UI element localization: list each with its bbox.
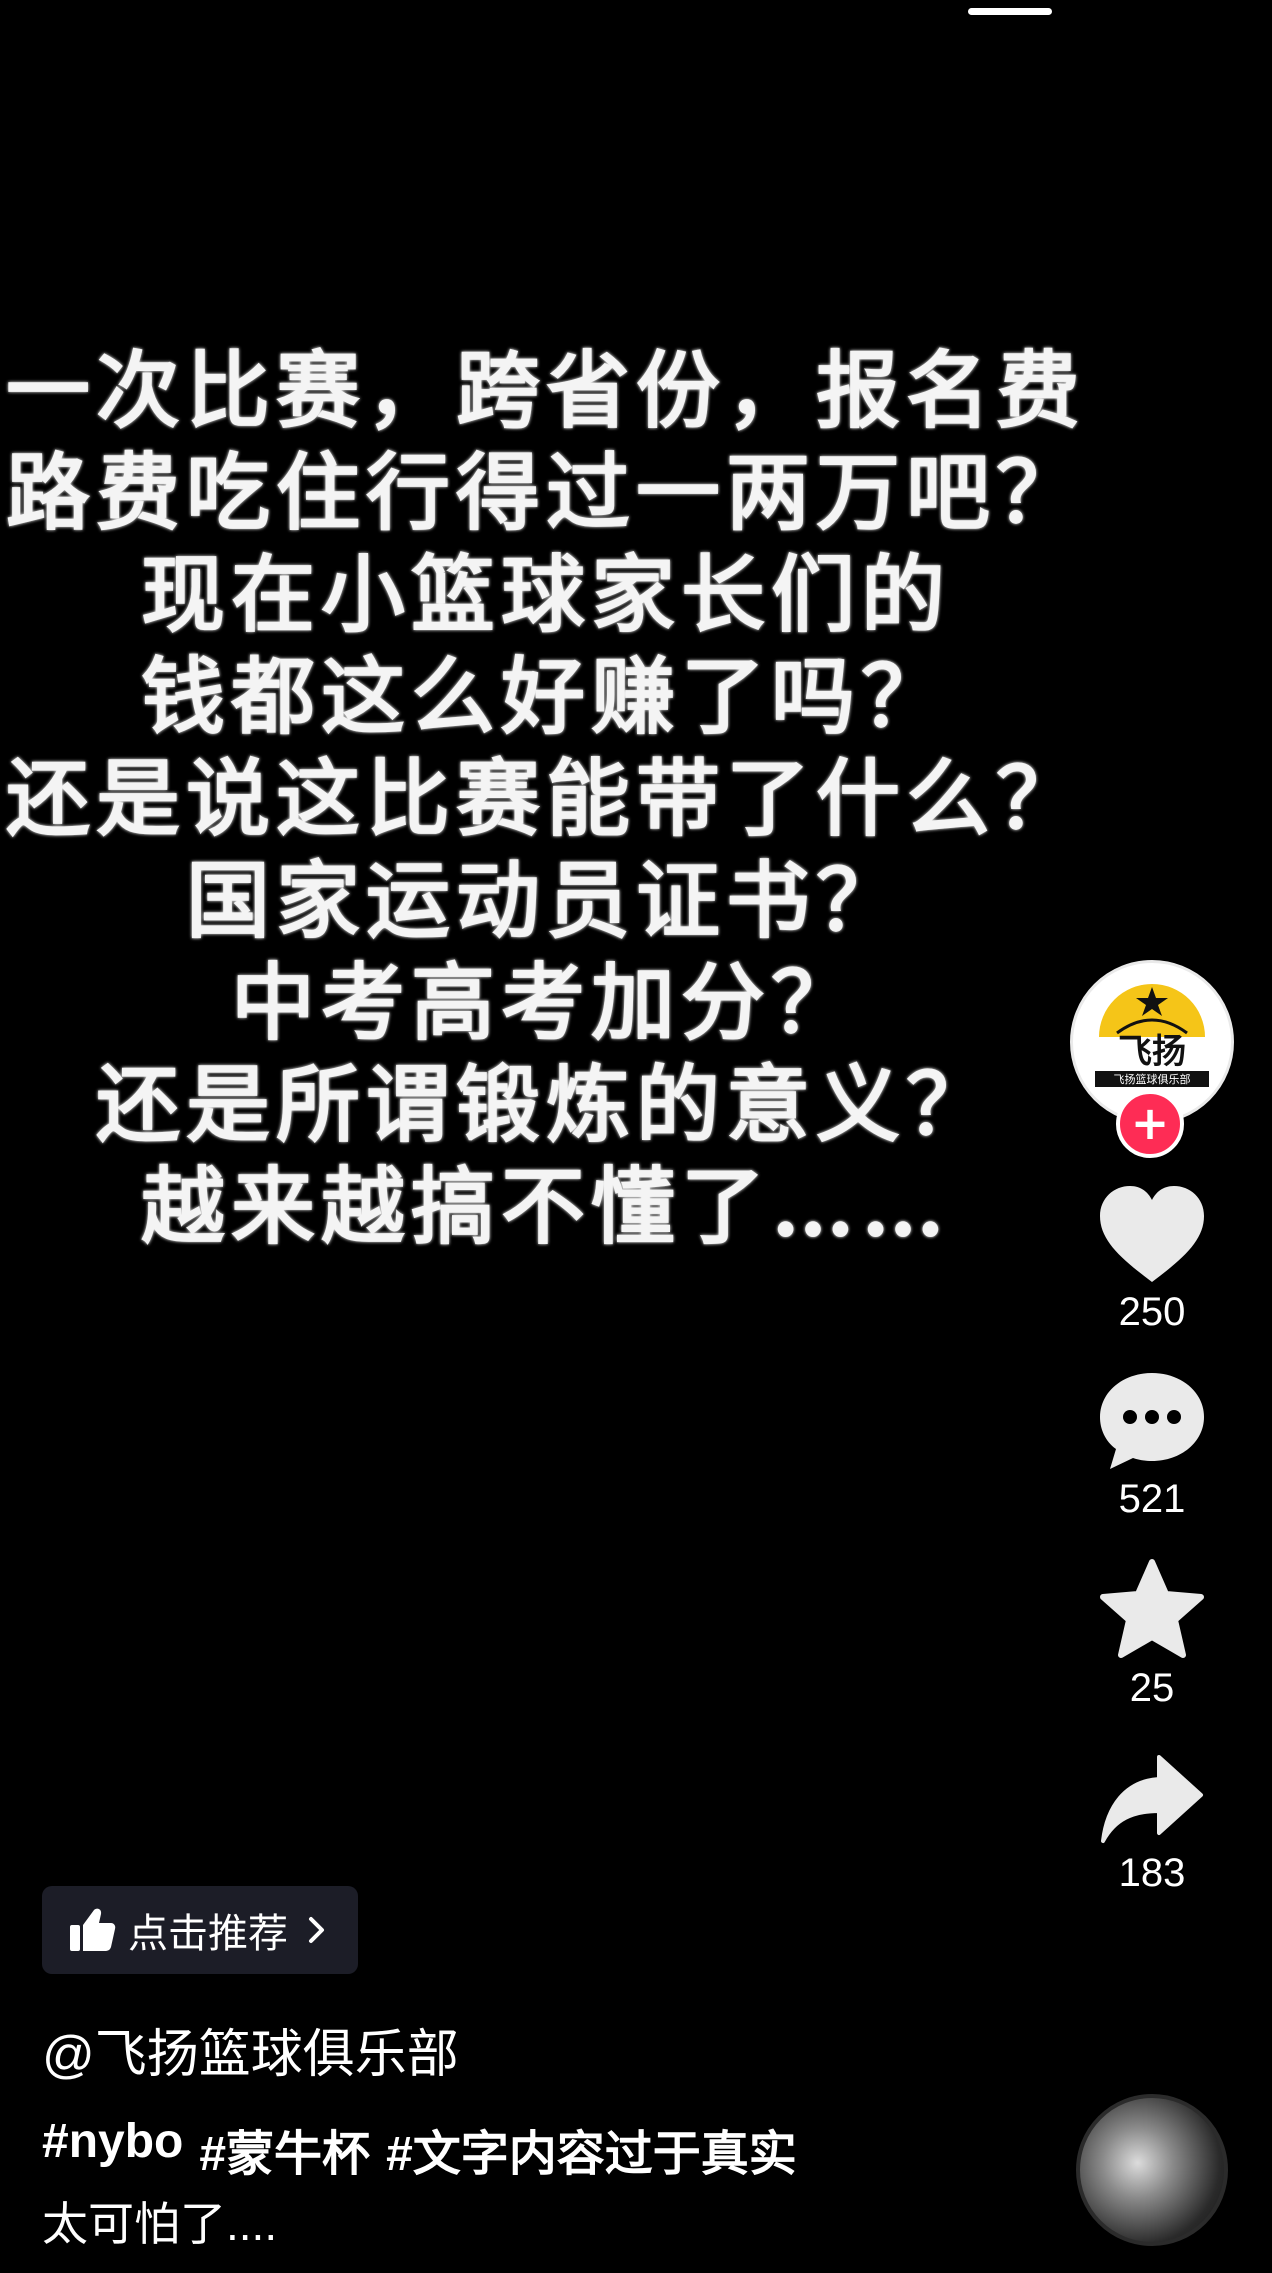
post-caption: 太可怕了.... (42, 2198, 278, 2250)
video-text-line: 中考高考加分？ (230, 953, 861, 1052)
favorite-button[interactable]: 25 (1070, 1558, 1234, 1711)
video-text-line: 国家运动员证书？ (185, 851, 906, 950)
like-count: 250 (1118, 1290, 1186, 1334)
comment-button[interactable]: 521 (1070, 1369, 1234, 1522)
plus-icon: + (1130, 1096, 1170, 1150)
recommend-chip[interactable]: 点击推荐 (42, 1886, 358, 1974)
action-rail: 飞扬 飞扬篮球俱乐部 + 250 521 25 183 (1070, 960, 1234, 1896)
music-disc[interactable] (1076, 2094, 1228, 2246)
video-text-line: 还是所谓锻炼的意义？ (95, 1055, 996, 1154)
hashtag-list: #nybo #蒙牛杯 #文字内容过于真实 (42, 2114, 797, 2184)
top-tab-indicator (968, 8, 1052, 15)
hashtag-link[interactable]: #nybo (42, 2114, 183, 2184)
comment-count: 521 (1118, 1477, 1186, 1521)
heart-icon (1100, 1186, 1204, 1282)
video-text-line: 现在小篮球家长们的 (140, 545, 951, 644)
hashtag-link[interactable]: #蒙牛杯 (199, 2114, 370, 2184)
logo-subtext: 飞扬篮球俱乐部 (1114, 1072, 1191, 1086)
favorite-count: 25 (1129, 1666, 1175, 1710)
video-text-line: 一次比赛，跨省份，报名费 (5, 341, 1086, 440)
share-count: 183 (1118, 1851, 1186, 1895)
comment-icon (1100, 1373, 1204, 1469)
star-icon (1100, 1559, 1204, 1658)
video-text-line: 越来越搞不懂了…… (140, 1157, 951, 1256)
video-screen[interactable]: 一次比赛，跨省份，报名费 路费吃住行得过一两万吧？ 现在小篮球家长们的 钱都这么… (0, 0, 1272, 2273)
video-text-line: 钱都这么好赚了吗？ (140, 647, 951, 746)
author-name[interactable]: @飞扬篮球俱乐部 (42, 2012, 459, 2087)
share-button[interactable]: 183 (1070, 1751, 1234, 1896)
chevron-right-icon (309, 1917, 324, 1943)
recommend-label: 点击推荐 (128, 1912, 288, 1956)
like-button[interactable]: 250 (1070, 1182, 1234, 1335)
creator-avatar-wrap: 飞扬 飞扬篮球俱乐部 + (1070, 960, 1234, 1158)
hashtag-link[interactable]: #文字内容过于真实 (386, 2114, 797, 2184)
video-text-line: 还是说这比赛能带了什么？ (5, 749, 1086, 848)
logo-text: 飞扬 (1118, 1032, 1186, 1072)
share-arrow-icon (1101, 1755, 1203, 1843)
follow-button[interactable]: + (1116, 1090, 1184, 1158)
thumbs-up-icon (70, 1908, 116, 1951)
video-text-line: 路费吃住行得过一两万吧？ (5, 443, 1086, 542)
